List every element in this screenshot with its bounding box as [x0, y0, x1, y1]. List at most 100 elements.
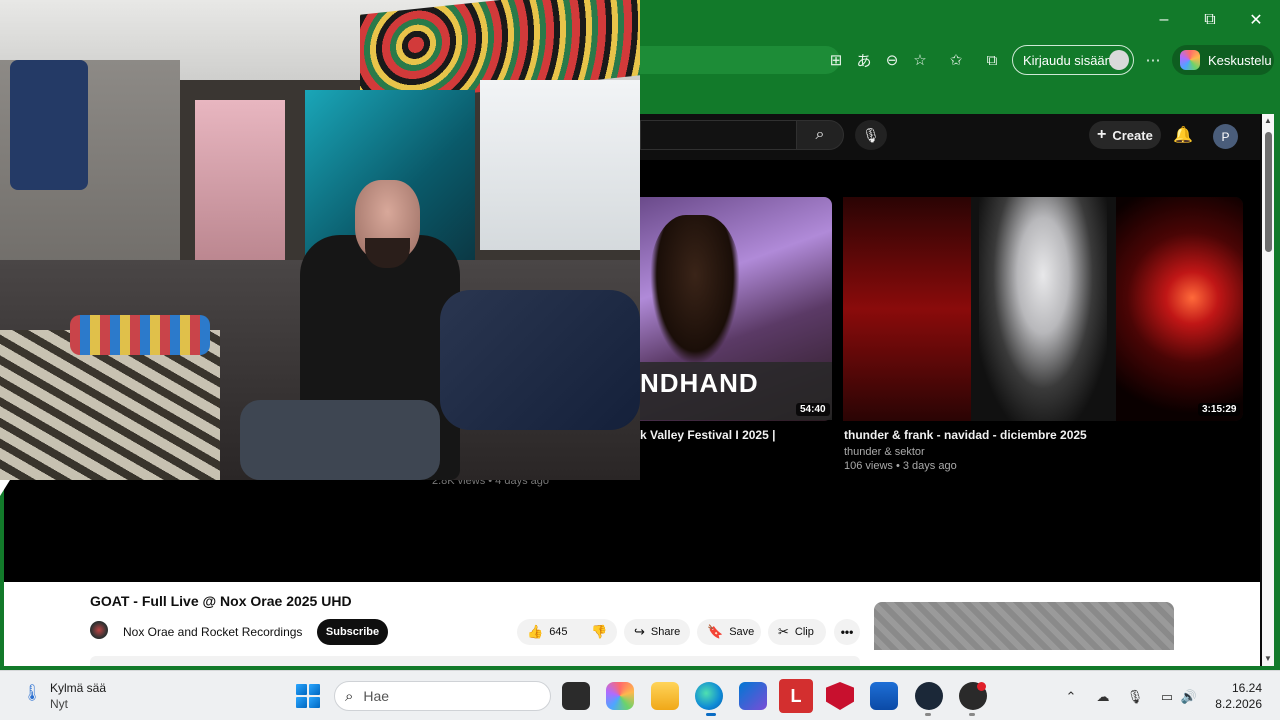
striped-pillow	[70, 315, 210, 355]
copilot-label: Keskustelu	[1208, 52, 1272, 68]
weather-condition[interactable]: Kylmä sää	[50, 681, 106, 695]
restore-button[interactable]: ⧉	[1188, 6, 1232, 34]
taskbar-search-placeholder: Hae	[363, 688, 390, 704]
volume-icon[interactable]: 🔊	[1180, 688, 1198, 706]
grid-icon[interactable]: ⊞	[824, 48, 848, 72]
share-icon: ↪	[634, 624, 645, 639]
share-label: Share	[650, 626, 681, 638]
bell-icon: 🔔	[1173, 127, 1193, 144]
scroll-up-arrow-icon[interactable]: ▲	[1263, 116, 1273, 126]
thumbnail-figure	[650, 215, 740, 365]
account-avatar[interactable]: P	[1213, 124, 1238, 149]
more-icon[interactable]: ⋯	[1141, 48, 1165, 72]
address-bar[interactable]	[640, 46, 840, 74]
network-icon[interactable]: ▭	[1158, 688, 1176, 706]
hanging-jacket	[10, 60, 88, 190]
window-border-right	[1274, 80, 1280, 670]
taskbar-search[interactable]: ⌕ Hae	[334, 681, 551, 711]
running-indicator	[969, 713, 975, 716]
scrollbar-thumb[interactable]	[1265, 132, 1272, 252]
lastpass-icon[interactable]: L	[779, 679, 813, 713]
subscribe-button[interactable]: Subscribe	[317, 619, 388, 645]
file-explorer-icon[interactable]	[651, 682, 679, 710]
zoom-out-icon[interactable]: ⊖	[880, 48, 904, 72]
task-view-icon[interactable]	[562, 682, 590, 710]
blue-cushion	[440, 290, 640, 430]
dislike-button[interactable]: 👎	[581, 619, 617, 645]
windows-logo-icon	[296, 684, 307, 695]
collections-icon[interactable]: ⧉	[980, 48, 1004, 72]
thumbnail-overlay-text: NDHAND	[640, 368, 759, 398]
scroll-down-arrow-icon[interactable]: ▼	[1263, 654, 1273, 664]
save-label: Save	[729, 626, 755, 638]
more-actions-button[interactable]: •••	[834, 619, 860, 645]
signin-button[interactable]: Kirjaudu sisään	[1012, 45, 1134, 75]
microphone-icon: 🎙	[862, 126, 880, 143]
thumbnail-panel-red	[843, 197, 971, 421]
microphone-icon[interactable]: 🎙	[1126, 688, 1144, 706]
thumbnail-panel-face	[979, 197, 1107, 421]
favorites-icon[interactable]: ✩	[944, 48, 968, 72]
mouse-cursor-icon	[0, 480, 10, 496]
window-curtain	[195, 100, 285, 270]
clip-button[interactable]: ✂ Clip	[768, 619, 826, 645]
like-button[interactable]: 👍 645	[517, 619, 581, 645]
share-button[interactable]: ↪ Share	[624, 619, 690, 645]
weather-time: Nyt	[50, 697, 68, 711]
star-icon[interactable]: ☆	[908, 48, 932, 72]
clip-label: Clip	[794, 626, 814, 638]
signin-label: Kirjaudu sisään	[1023, 52, 1112, 68]
browser-frame-strip	[640, 80, 1280, 114]
windows-taskbar	[0, 670, 1280, 720]
start-button[interactable]	[296, 684, 320, 708]
webcam-overlay	[0, 0, 640, 480]
microsoft-store-icon[interactable]	[739, 682, 767, 710]
scissors-icon: ✂	[778, 624, 789, 639]
edge-browser-icon[interactable]	[695, 682, 723, 710]
minimize-button[interactable]: –	[1142, 6, 1186, 34]
sidebar-recommendation-card[interactable]	[874, 602, 1174, 650]
search-icon: ⌕	[815, 126, 825, 143]
channel-name[interactable]: Nox Orae and Rocket Recordings	[123, 625, 302, 639]
running-indicator	[706, 713, 716, 716]
save-button[interactable]: 🔖 Save	[697, 619, 761, 645]
copilot-app-icon[interactable]	[606, 682, 634, 710]
bookmark-icon: 🔖	[707, 624, 724, 639]
plus-icon: +	[1097, 126, 1107, 143]
translate-icon[interactable]: あ	[852, 48, 876, 72]
recommendation-title-1[interactable]: k Valley Festival I 2025 |	[640, 428, 775, 442]
create-label: Create	[1112, 127, 1153, 143]
profile-icon	[1109, 50, 1129, 70]
thumbnail-panel-sun	[1116, 197, 1243, 421]
recording-badge	[977, 682, 986, 691]
channel-avatar[interactable]	[90, 621, 108, 639]
thermometer-icon[interactable]: 🌡	[22, 683, 42, 705]
create-button[interactable]: + Create	[1089, 121, 1161, 149]
youtube-search-input[interactable]	[640, 120, 796, 150]
person-legs	[240, 400, 440, 480]
recommendation-title-2[interactable]: thunder & frank - navidad - diciembre 20…	[844, 428, 1087, 442]
like-count: 645	[549, 626, 568, 638]
bright-window	[480, 80, 640, 250]
video-title: GOAT - Full Live @ Nox Orae 2025 UHD	[90, 593, 352, 609]
search-icon: ⌕	[345, 687, 354, 705]
recommendation-meta-2: 106 views • 3 days ago	[844, 460, 957, 472]
thumbs-down-icon: 👎	[591, 624, 608, 639]
close-button[interactable]: ✕	[1234, 6, 1278, 34]
clock-date[interactable]: 8.2.2026	[1208, 697, 1262, 711]
recommendation-channel-2[interactable]: thunder & sektor	[844, 446, 925, 458]
thumbs-up-icon: 👍	[527, 624, 544, 639]
copilot-icon	[1180, 50, 1200, 70]
running-indicator	[925, 713, 931, 716]
copilot-button[interactable]: Keskustelu	[1172, 45, 1274, 75]
steam-icon[interactable]	[915, 682, 943, 710]
chevron-up-icon[interactable]: ⌃	[1062, 688, 1080, 706]
outlook-icon[interactable]	[870, 682, 898, 710]
clock-time[interactable]: 16.24	[1218, 681, 1262, 695]
notifications-button[interactable]: 🔔	[1172, 122, 1194, 148]
search-button[interactable]: ⌕	[796, 120, 844, 150]
cloud-sync-icon[interactable]: ☁	[1094, 688, 1112, 706]
voice-search-button[interactable]: 🎙	[855, 120, 887, 150]
video-duration: 54:40	[796, 403, 830, 416]
video-duration: 3:15:29	[1198, 403, 1241, 416]
